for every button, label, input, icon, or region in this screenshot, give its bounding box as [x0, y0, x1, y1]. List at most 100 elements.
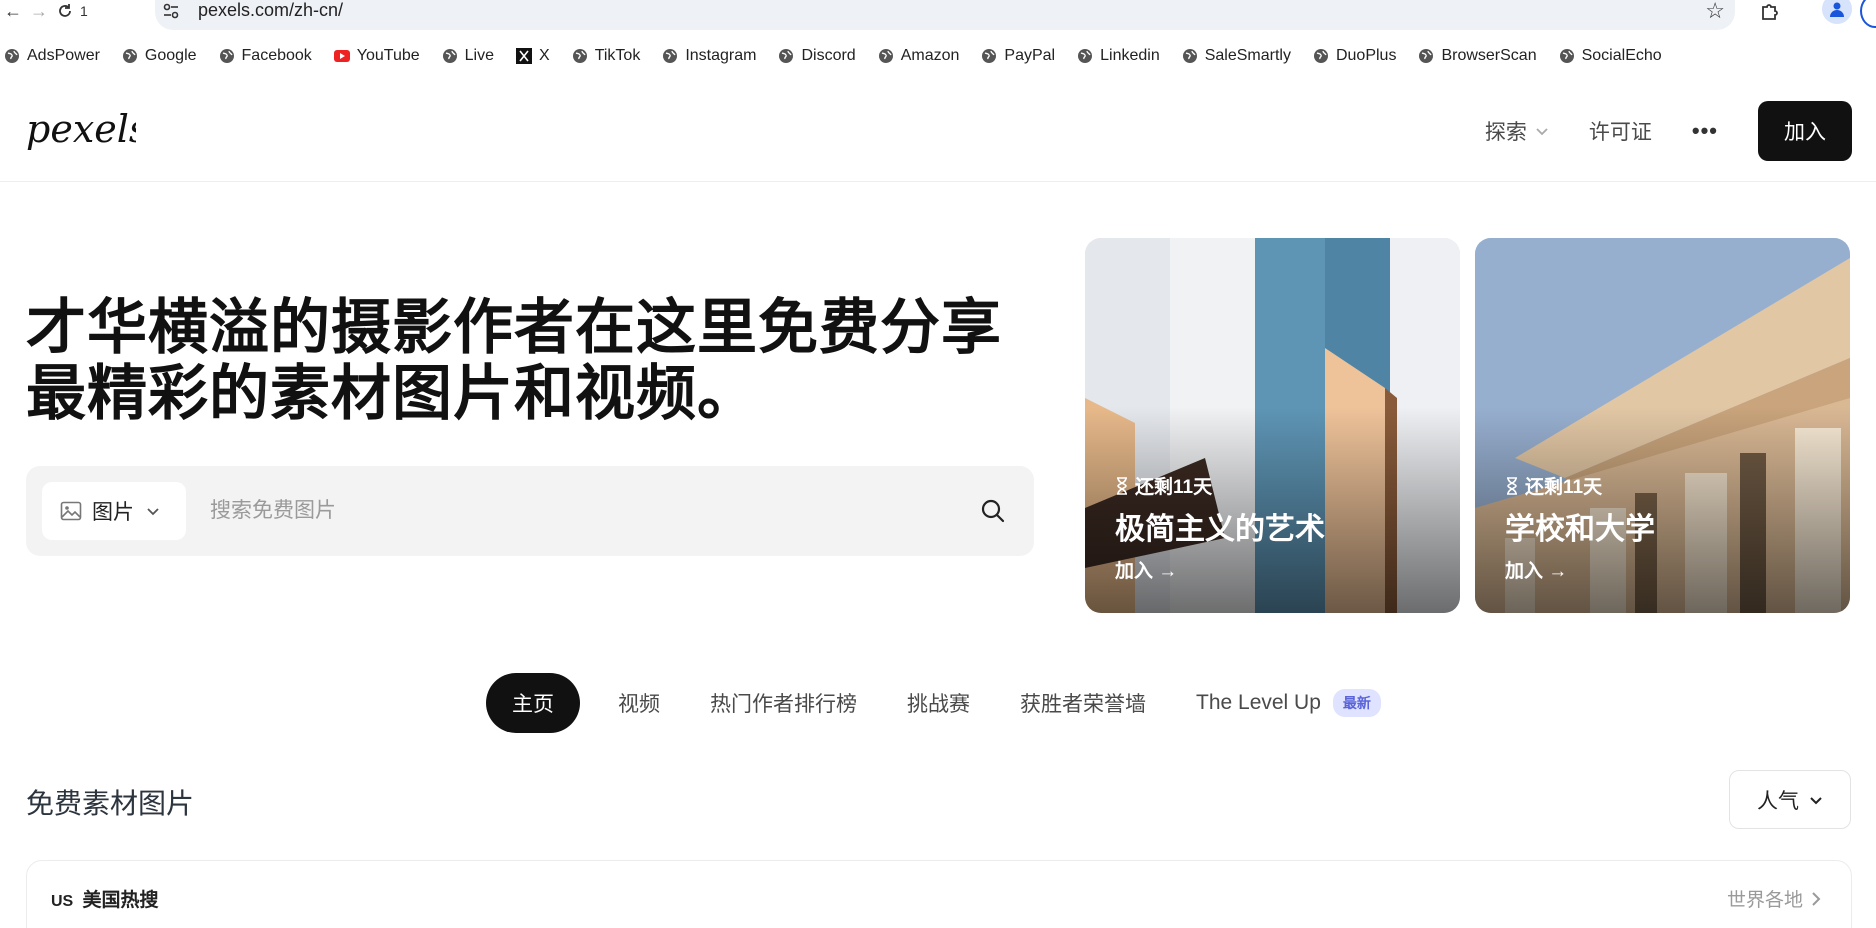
- url-text[interactable]: pexels.com/zh-cn/: [198, 0, 343, 21]
- bookmark-label: Google: [144, 47, 197, 64]
- card-title: 极简主义的艺术: [1115, 513, 1325, 546]
- globe-icon: [1078, 49, 1093, 63]
- search-type-select[interactable]: 图片: [42, 482, 186, 540]
- tab-challenges[interactable]: 挑战赛: [907, 673, 970, 733]
- bookmark-label: Amazon: [900, 47, 960, 64]
- bookmark-label: TikTok: [594, 47, 641, 64]
- reload-icon: [59, 4, 71, 17]
- bookmark-label: YouTube: [356, 47, 420, 64]
- bookmark-label: SaleSmartly: [1204, 47, 1291, 64]
- bookmark-youtube[interactable]: YouTube: [333, 44, 420, 68]
- globe-icon: [122, 49, 137, 63]
- tab-leaderboard[interactable]: 热门作者排行榜: [710, 673, 857, 733]
- youtube-icon: [333, 50, 350, 62]
- tab-count: 1: [80, 3, 88, 19]
- globe-icon: [663, 49, 678, 63]
- time-left: 还剩11天: [1505, 472, 1602, 499]
- sort-select[interactable]: 人气: [1729, 770, 1851, 829]
- time-left-label: 还剩11天: [1135, 477, 1213, 498]
- tab-videos[interactable]: 视频: [618, 673, 660, 733]
- pexels-logo[interactable]: pexels: [26, 102, 136, 158]
- search-bar: 图片: [26, 466, 1034, 556]
- bookmark-linkedin[interactable]: Linkedin: [1077, 44, 1160, 68]
- explore-menu[interactable]: 探索: [1485, 116, 1549, 146]
- license-link[interactable]: 许可证: [1589, 116, 1652, 146]
- bookmark-label: Linkedin: [1100, 47, 1160, 64]
- bookmark-label: Instagram: [685, 47, 757, 64]
- hourglass-icon: [1117, 476, 1127, 495]
- bookmark-browserscan[interactable]: BrowserScan: [1418, 44, 1537, 68]
- bookmark-label: BrowserScan: [1441, 47, 1537, 64]
- challenge-card-school[interactable]: 还剩11天 学校和大学 加入 →: [1475, 238, 1850, 613]
- site-header: pexels 探索 许可证 ••• 加入: [0, 92, 1876, 182]
- more-menu-icon[interactable]: •••: [1692, 118, 1718, 144]
- bookmark-star-icon[interactable]: ☆: [1705, 0, 1725, 24]
- globe-icon: [5, 49, 19, 63]
- bookmark-adspower[interactable]: AdsPower: [4, 44, 100, 68]
- bookmark-label: Live: [464, 47, 495, 64]
- explore-label: 探索: [1484, 121, 1527, 144]
- tab-level-up[interactable]: The Level Up 最新: [1196, 673, 1381, 733]
- globe-icon: [878, 49, 893, 63]
- bookmark-x[interactable]: X: [516, 44, 550, 68]
- back-button[interactable]: ←: [0, 0, 26, 22]
- time-left: 还剩11天: [1115, 472, 1212, 499]
- globe-icon: [1419, 49, 1434, 63]
- join-button[interactable]: 加入: [1758, 101, 1852, 161]
- globe-icon: [219, 49, 234, 63]
- bookmark-label: Facebook: [241, 47, 312, 64]
- time-left-label: 还剩11天: [1525, 477, 1603, 498]
- bookmark-amazon[interactable]: Amazon: [878, 44, 960, 68]
- section-title: 免费素材图片: [26, 788, 195, 819]
- chevron-down-icon: [147, 508, 159, 516]
- profile-avatar[interactable]: [1822, 0, 1852, 24]
- browser-menu-ring[interactable]: [1860, 0, 1876, 28]
- address-bar[interactable]: pexels.com/zh-cn/ ☆: [155, 0, 1735, 30]
- tab-level-up-label: The Level Up: [1196, 691, 1321, 714]
- person-icon: [1830, 2, 1844, 17]
- search-icon[interactable]: [978, 496, 1008, 526]
- trending-searches-panel: US 美国热搜 世界各地: [26, 860, 1852, 928]
- tab-home[interactable]: 主页: [486, 673, 580, 733]
- new-badge: 最新: [1332, 689, 1381, 717]
- worldwide-label: 世界各地: [1726, 890, 1803, 911]
- viewport: ← → 1 pexels.com/zh-cn/ ☆ AdsPower Google…: [0, 0, 1876, 928]
- bookmark-paypal[interactable]: PayPal: [981, 44, 1055, 68]
- worldwide-link[interactable]: 世界各地: [1727, 885, 1821, 912]
- bookmark-label: X: [539, 47, 550, 64]
- reload-button[interactable]: [52, 0, 78, 22]
- forward-button[interactable]: →: [26, 0, 52, 22]
- card-join-link[interactable]: 加入 →: [1505, 556, 1567, 583]
- card-join-link[interactable]: 加入 →: [1115, 556, 1177, 583]
- image-icon: [60, 501, 82, 521]
- site-settings-icon[interactable]: [161, 1, 181, 21]
- search-input[interactable]: [210, 490, 970, 532]
- challenge-card-minimalism[interactable]: 还剩11天 极简主义的艺术 加入 →: [1085, 238, 1460, 613]
- bookmark-facebook[interactable]: Facebook: [219, 44, 312, 68]
- chevron-right-icon: [1812, 891, 1821, 906]
- globe-icon: [779, 49, 794, 63]
- globe-icon: [982, 49, 997, 63]
- globe-icon: [1313, 49, 1328, 63]
- x-logo-icon: [516, 48, 533, 64]
- bookmark-instagram[interactable]: Instagram: [662, 44, 756, 68]
- bookmark-label: Discord: [801, 47, 856, 64]
- globe-icon: [442, 49, 457, 63]
- bookmark-google[interactable]: Google: [122, 44, 197, 68]
- browser-nav: ← → 1: [0, 0, 98, 22]
- bookmark-live[interactable]: Live: [442, 44, 494, 68]
- bookmark-tiktok[interactable]: TikTok: [572, 44, 641, 68]
- card-title: 学校和大学: [1505, 513, 1655, 546]
- bookmark-label: PayPal: [1004, 47, 1056, 64]
- bookmark-salesmartly[interactable]: SaleSmartly: [1182, 44, 1291, 68]
- bookmark-duoplus[interactable]: DuoPlus: [1313, 44, 1396, 68]
- sort-label: 人气: [1757, 789, 1799, 813]
- tab-hall-of-fame[interactable]: 获胜者荣誉墙: [1020, 673, 1146, 733]
- bookmark-socialecho[interactable]: SocialEcho: [1559, 44, 1662, 68]
- logo-text: pexels: [26, 107, 136, 151]
- bookmark-discord[interactable]: Discord: [778, 44, 856, 68]
- header-nav: 探索 许可证 ••• 加入: [1485, 100, 1852, 162]
- extensions-icon[interactable]: [1757, 0, 1783, 24]
- hourglass-icon: [1507, 476, 1517, 495]
- globe-icon: [572, 49, 587, 63]
